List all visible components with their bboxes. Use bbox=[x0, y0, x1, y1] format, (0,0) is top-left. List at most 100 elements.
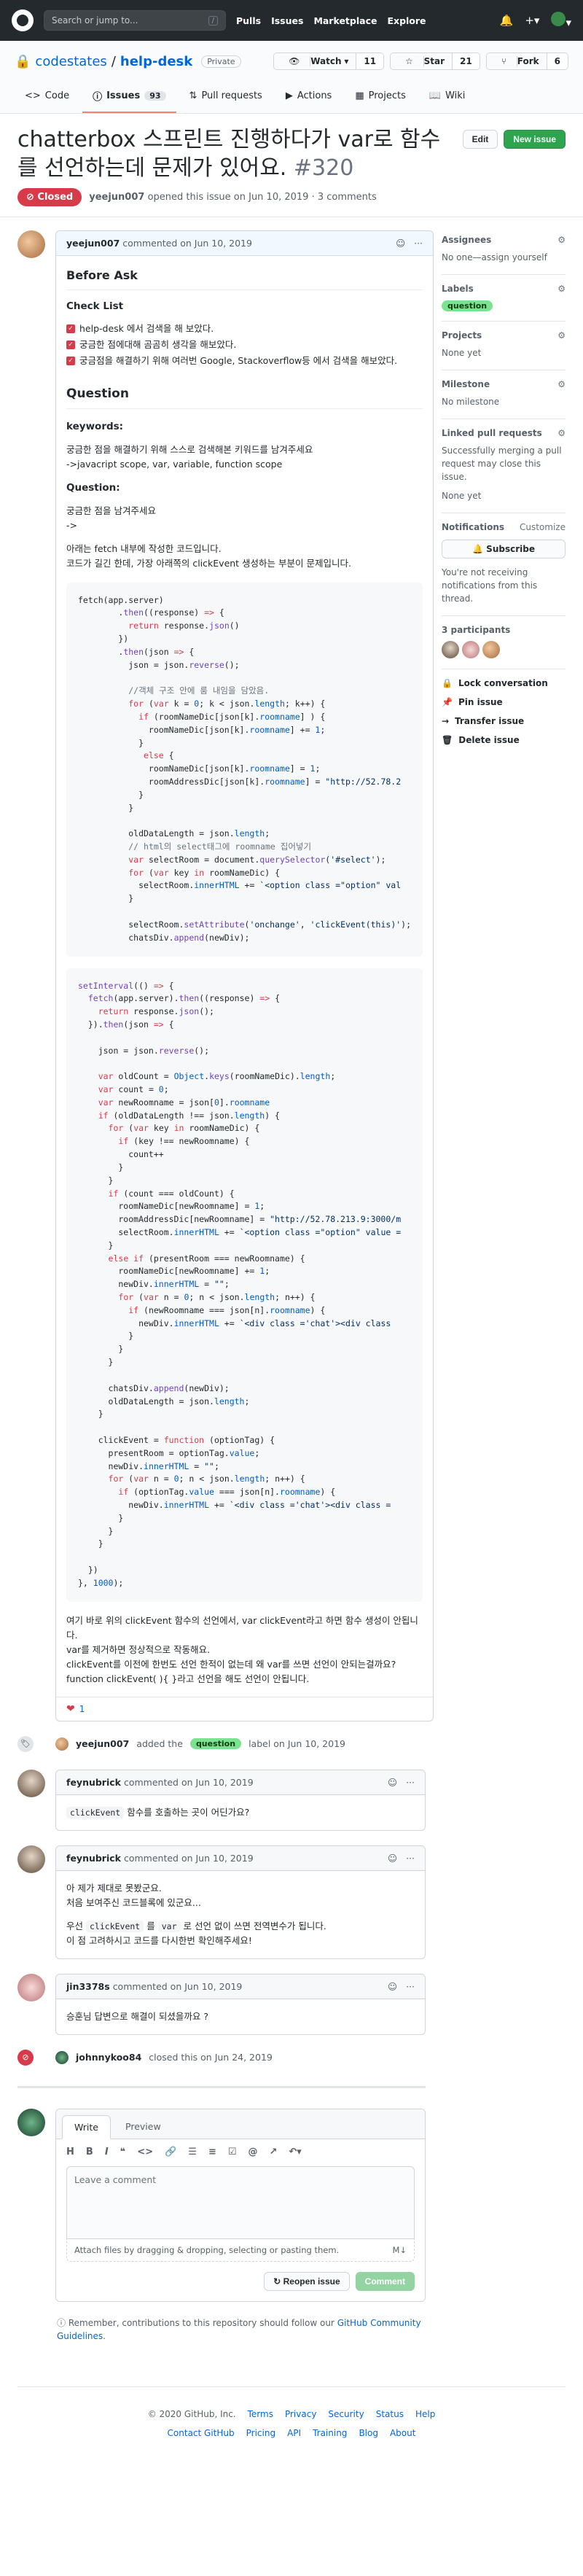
link-icon[interactable]: 🔗 bbox=[165, 2147, 176, 2157]
kebab-menu-icon[interactable]: ··· bbox=[406, 1777, 415, 1788]
gear-icon[interactable]: ⚙ bbox=[557, 379, 566, 389]
tab-code[interactable]: <> Code bbox=[15, 83, 79, 113]
avatar[interactable] bbox=[17, 230, 45, 258]
label-question[interactable]: question bbox=[189, 1738, 242, 1750]
nav-issues[interactable]: Issues bbox=[271, 15, 303, 26]
avatar[interactable] bbox=[55, 2050, 69, 2064]
github-logo-icon[interactable] bbox=[12, 9, 34, 31]
smiley-icon[interactable]: ☺ bbox=[388, 1981, 397, 1992]
nav-explore[interactable]: Explore bbox=[387, 15, 426, 26]
avatar[interactable] bbox=[17, 1973, 45, 2001]
pin-issue-link[interactable]: 📌 Pin issue bbox=[442, 697, 566, 707]
footer-link-privacy[interactable]: Privacy bbox=[285, 2409, 316, 2419]
event-actor-link[interactable]: yeejun007 bbox=[76, 1738, 129, 1749]
gear-icon[interactable]: ⚙ bbox=[557, 235, 566, 245]
participant-avatar[interactable] bbox=[462, 641, 480, 658]
avatar[interactable] bbox=[17, 1769, 45, 1797]
smiley-icon[interactable]: ☺ bbox=[396, 238, 405, 249]
star-button[interactable]: ☆ Star 21 bbox=[390, 52, 480, 70]
plus-icon[interactable]: +▾ bbox=[525, 14, 539, 27]
delete-issue-link[interactable]: 🗑 Delete issue bbox=[442, 735, 566, 745]
sidebar-labels: Labels ⚙ question bbox=[442, 275, 566, 322]
comment-textarea[interactable]: Leave a comment bbox=[66, 2166, 415, 2239]
tab-actions[interactable]: ▶ Actions bbox=[275, 83, 343, 113]
lock-conversation-link[interactable]: 🔒 Lock conversation bbox=[442, 678, 566, 688]
preview-tab[interactable]: Preview bbox=[114, 2115, 173, 2139]
footer-link-security[interactable]: Security bbox=[328, 2409, 364, 2419]
participant-avatar[interactable] bbox=[482, 641, 500, 658]
comment-author-link[interactable]: jin3378s bbox=[66, 1981, 110, 1992]
reply-icon[interactable]: ↶▾ bbox=[289, 2147, 301, 2157]
watch-count[interactable]: 11 bbox=[356, 53, 384, 69]
smiley-icon[interactable]: ☺ bbox=[388, 1777, 397, 1788]
user-avatar[interactable]: ▾ bbox=[551, 12, 571, 29]
bullet-list-icon[interactable]: ☰ bbox=[188, 2147, 197, 2157]
comment-item: feynubrick commented on Jun 10, 2019 ☺ ··… bbox=[17, 1845, 426, 1959]
label-question[interactable]: question bbox=[442, 300, 493, 311]
fork-button[interactable]: ⑂ Fork 6 bbox=[485, 52, 568, 70]
star-count[interactable]: 21 bbox=[452, 53, 480, 69]
mention-icon[interactable]: @ bbox=[249, 2147, 258, 2157]
search-input[interactable]: Search or jump to... / bbox=[44, 10, 226, 31]
smiley-icon[interactable]: ☺ bbox=[388, 1853, 397, 1864]
attach-files-zone[interactable]: Attach files by dragging & dropping, sel… bbox=[66, 2238, 415, 2262]
code-icon[interactable]: <> bbox=[137, 2147, 153, 2157]
italic-icon[interactable]: I bbox=[105, 2147, 109, 2157]
avatar[interactable] bbox=[55, 1737, 69, 1751]
project-icon: ▦ bbox=[355, 90, 364, 101]
bold-icon[interactable]: B bbox=[86, 2147, 93, 2157]
reference-icon[interactable]: ↗ bbox=[270, 2147, 278, 2157]
issues-counter: 93 bbox=[144, 91, 166, 101]
customize-link[interactable]: Customize bbox=[520, 522, 566, 532]
comment-submit-button[interactable]: Comment bbox=[355, 2271, 415, 2291]
gear-icon[interactable]: ⚙ bbox=[557, 330, 566, 341]
gear-icon[interactable]: ⚙ bbox=[557, 284, 566, 294]
task-list-icon[interactable]: ☑ bbox=[228, 2147, 237, 2157]
tab-wiki[interactable]: 📖 Wiki bbox=[419, 83, 476, 113]
subscribe-button[interactable]: 🔔 Subscribe bbox=[442, 540, 566, 559]
comment-author-link[interactable]: feynubrick bbox=[66, 1777, 121, 1788]
tab-issues[interactable]: ⓘ Issues 93 bbox=[82, 83, 176, 113]
participant-avatar[interactable] bbox=[442, 641, 459, 658]
bell-icon[interactable]: 🔔 bbox=[500, 14, 514, 27]
fork-count[interactable]: 6 bbox=[546, 53, 568, 69]
heart-reaction-button[interactable]: ❤ 1 bbox=[66, 1703, 85, 1715]
footer-link-training[interactable]: Training bbox=[313, 2428, 347, 2438]
assign-yourself-link[interactable]: No one—assign yourself bbox=[442, 251, 566, 264]
write-tab[interactable]: Write bbox=[62, 2114, 111, 2139]
footer-link-pricing[interactable]: Pricing bbox=[246, 2428, 275, 2438]
nav-marketplace[interactable]: Marketplace bbox=[313, 15, 377, 26]
nav-pulls[interactable]: Pulls bbox=[236, 15, 261, 26]
repo-owner-link[interactable]: codestates bbox=[35, 54, 106, 69]
transfer-issue-link[interactable]: → Transfer issue bbox=[442, 716, 566, 726]
gear-icon[interactable]: ⚙ bbox=[557, 428, 566, 438]
issue-author-link[interactable]: yeejun007 bbox=[89, 192, 144, 203]
reopen-issue-button[interactable]: ↻ Reopen issue bbox=[264, 2271, 350, 2291]
comment-author-link[interactable]: yeejun007 bbox=[66, 238, 120, 249]
footer-link-api[interactable]: API bbox=[287, 2428, 301, 2438]
footer-link-help[interactable]: Help bbox=[415, 2409, 435, 2419]
footer-link-blog[interactable]: Blog bbox=[359, 2428, 378, 2438]
event-actor-link[interactable]: johnnykoo84 bbox=[76, 2052, 141, 2063]
avatar[interactable] bbox=[17, 1845, 45, 1873]
footer-link-terms[interactable]: Terms bbox=[248, 2409, 273, 2419]
tab-projects[interactable]: ▦ Projects bbox=[345, 83, 416, 113]
kebab-menu-icon[interactable]: ··· bbox=[406, 1853, 415, 1864]
comment-author-link[interactable]: feynubrick bbox=[66, 1853, 121, 1864]
repo-tabs: <> Code ⓘ Issues 93 ⇅ Pull requests ▶ Actions… bbox=[15, 83, 568, 113]
footer-link-about[interactable]: About bbox=[390, 2428, 415, 2438]
tab-pull-requests[interactable]: ⇅ Pull requests bbox=[179, 83, 273, 113]
heading-icon[interactable]: H bbox=[66, 2147, 74, 2157]
eye-icon: 👁 bbox=[281, 53, 308, 69]
footer-link-status[interactable]: Status bbox=[376, 2409, 404, 2419]
footer-link-contact[interactable]: Contact GitHub bbox=[168, 2428, 235, 2438]
edit-title-button[interactable]: Edit bbox=[462, 130, 498, 149]
numbered-list-icon[interactable]: ≡ bbox=[208, 2147, 216, 2157]
new-issue-button[interactable]: New issue bbox=[504, 130, 566, 149]
kebab-menu-icon[interactable]: ··· bbox=[406, 1981, 415, 1992]
quote-icon[interactable]: ❝ bbox=[120, 2147, 126, 2157]
watch-button[interactable]: 👁 Watch ▾ 11 bbox=[273, 52, 385, 70]
kebab-menu-icon[interactable]: ··· bbox=[414, 238, 423, 249]
avatar[interactable] bbox=[17, 2108, 45, 2136]
repo-name-link[interactable]: help-desk bbox=[120, 54, 192, 69]
